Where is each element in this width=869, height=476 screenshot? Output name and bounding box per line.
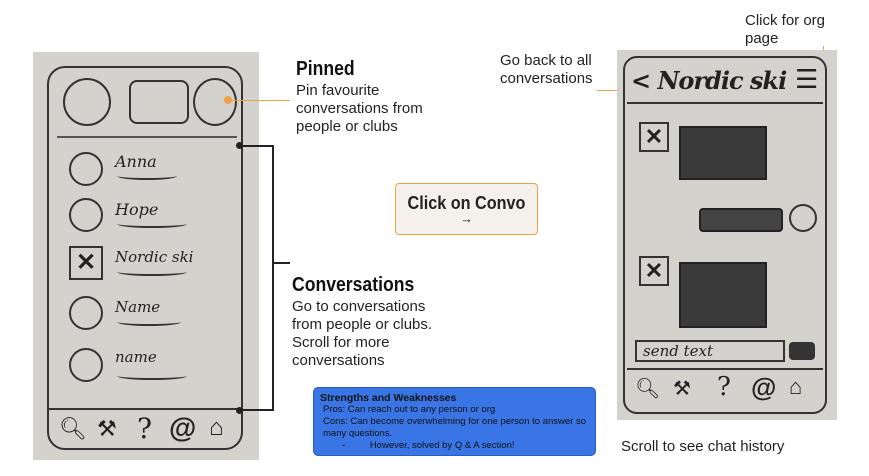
sketch-divider xyxy=(57,136,237,138)
home-icon: ⌂ xyxy=(209,414,224,441)
scroll-history-annotation: Scroll to see chat history xyxy=(621,438,785,455)
sketch-bottom-nav xyxy=(49,408,241,410)
contact-preview-4 xyxy=(117,318,181,326)
contact-avatar-5 xyxy=(69,348,103,382)
strengths-bullet: - xyxy=(342,440,346,451)
contact-preview-5 xyxy=(117,372,187,380)
contact-name-4: Name xyxy=(115,298,161,316)
search-icon-right: 🔍︎ xyxy=(635,378,661,400)
strengths-however-row: - However, solved by Q & A section! xyxy=(320,440,589,452)
contact-name-5: name xyxy=(115,348,157,366)
chat-bubble-sent xyxy=(699,208,783,232)
chat-bottom-nav xyxy=(627,368,823,370)
send-icon xyxy=(789,342,815,360)
chat-avatar-1: ✕ xyxy=(639,122,669,152)
pinned-book-icon xyxy=(129,80,189,124)
go-back-annotation: Go back to all conversations xyxy=(500,52,593,87)
home-icon-right: ⌂ xyxy=(789,374,803,399)
contact-name-2: Hope xyxy=(115,200,159,219)
sketch-conversations-list: Anna Hope ✕ Nordic ski Name name 🔍︎ ⚒ ? … xyxy=(33,52,259,460)
pinned-avatar-1 xyxy=(63,78,111,126)
pinned-description: Pin favourite conversations from people … xyxy=(296,82,423,135)
contact-avatar-3: ✕ xyxy=(69,246,103,280)
pinned-connector-line xyxy=(228,100,290,101)
bracket-dot-bottom xyxy=(236,407,243,414)
contact-avatar-2 xyxy=(69,198,103,232)
contact-preview-3 xyxy=(117,268,187,276)
chat-bubble-received-1 xyxy=(679,126,767,180)
conversations-title: Conversations xyxy=(292,274,415,296)
org-page-annotation: Click for org page xyxy=(745,12,826,47)
strengths-title: Strengths and Weaknesses xyxy=(320,392,457,404)
search-icon: 🔍︎ xyxy=(59,416,87,441)
chat-avatar-self xyxy=(789,204,817,232)
question-icon-right: ? xyxy=(717,372,731,402)
question-icon: ? xyxy=(137,412,153,445)
chat-bubble-received-2 xyxy=(679,262,767,328)
chat-header: < Nordic ski xyxy=(631,66,787,95)
send-text-input: send text xyxy=(635,340,785,362)
pinned-connector-dot xyxy=(224,96,232,104)
chat-header-divider xyxy=(627,102,823,104)
click-convo-box: Click on Convo → xyxy=(395,183,538,235)
menu-icon: ☰ xyxy=(795,64,819,94)
contact-avatar-1 xyxy=(69,152,103,186)
conversations-description: Go to conversations from people or clubs… xyxy=(292,298,433,369)
contact-preview-2 xyxy=(117,220,187,228)
strengths-weaknesses-box: Strengths and Weaknesses Pros: Can reach… xyxy=(313,387,596,456)
contact-name-1: Anna xyxy=(115,152,157,171)
strengths-pros: Pros: Can reach out to any person or org xyxy=(323,404,496,415)
at-icon: @ xyxy=(169,412,197,443)
chat-avatar-2: ✕ xyxy=(639,256,669,286)
strengths-however: However, solved by Q & A section! xyxy=(369,440,515,451)
contact-avatar-4 xyxy=(69,296,103,330)
contact-preview-1 xyxy=(117,172,177,180)
bracket-dot-top xyxy=(236,142,243,149)
strengths-cons: Cons: Can become overwhelming for one pe… xyxy=(323,416,586,439)
conversations-connector-line xyxy=(274,262,290,264)
conversations-bracket xyxy=(240,145,274,411)
hammer-icon: ⚒ xyxy=(97,416,117,441)
pinned-title: Pinned xyxy=(296,58,355,80)
click-convo-arrow: → xyxy=(460,211,473,226)
at-icon-right: @ xyxy=(751,372,777,402)
contact-name-3: Nordic ski xyxy=(115,248,194,266)
click-convo-label: Click on Convo xyxy=(407,193,526,213)
hammer-icon-right: ⚒ xyxy=(673,378,691,400)
sketch-chat-screen: < Nordic ski ☰ ✕ ✕ send text 🔍︎ ⚒ ? @ ⌂ xyxy=(617,50,837,420)
